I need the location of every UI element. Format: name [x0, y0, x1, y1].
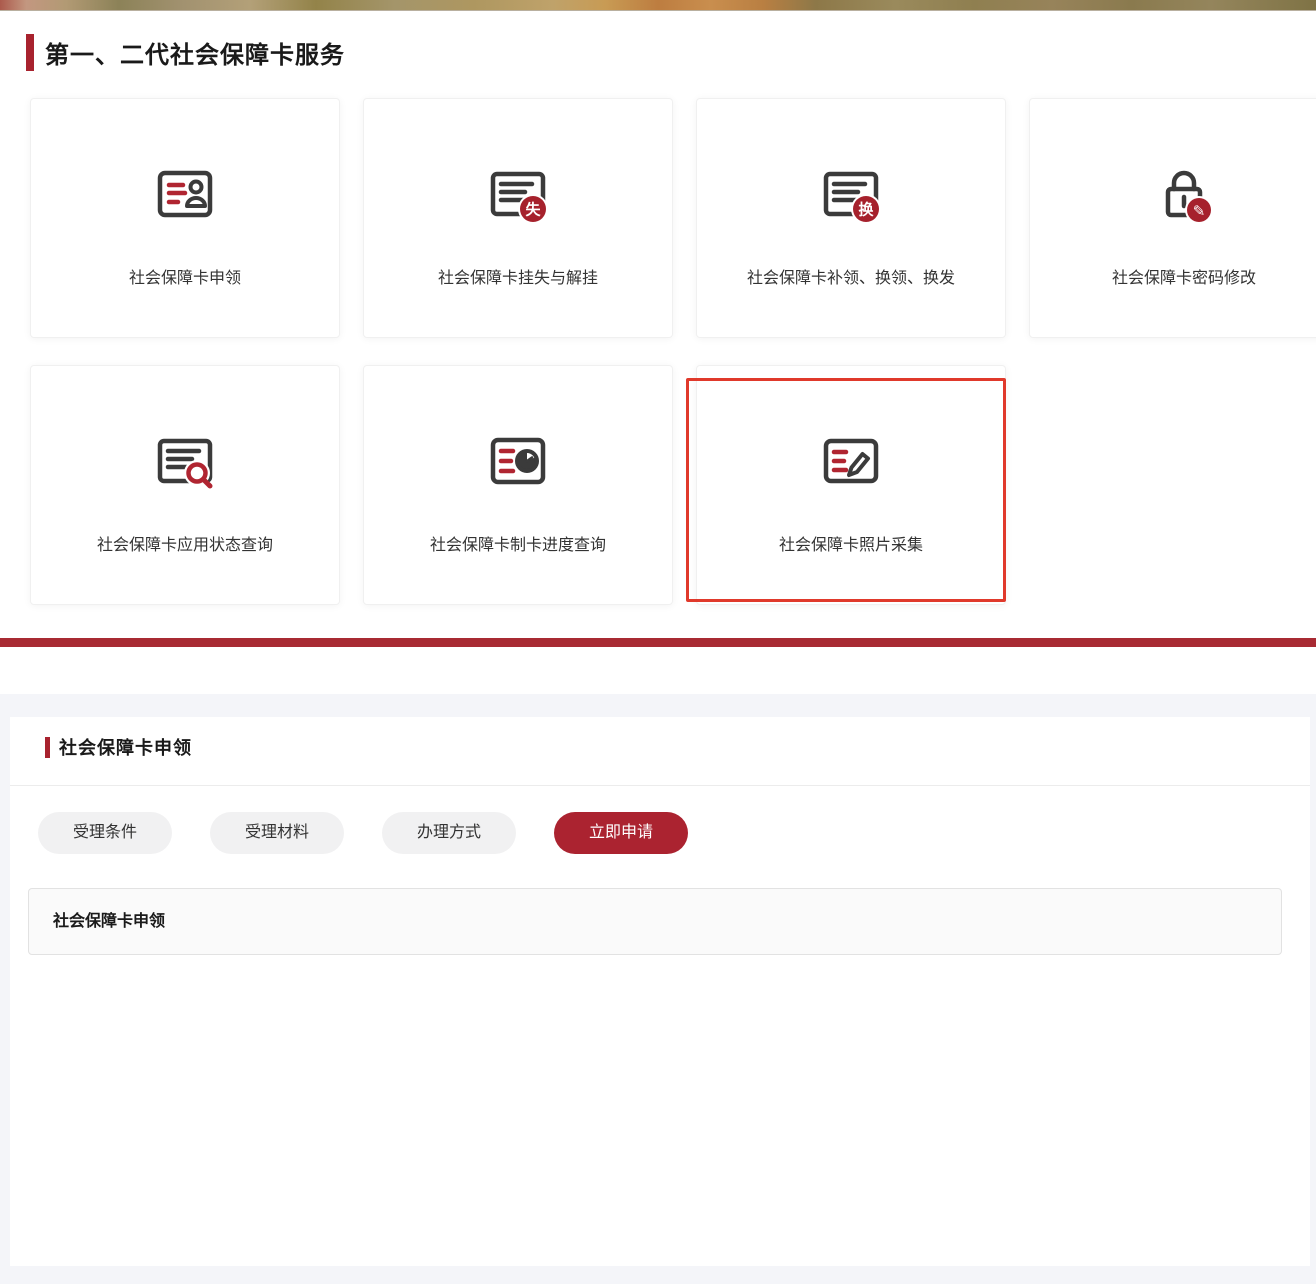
card-clock-icon: [486, 429, 550, 493]
tab-acceptance-conditions[interactable]: 受理条件: [38, 812, 172, 854]
card-ssc-replace[interactable]: 换 社会保障卡补领、换领、换发: [696, 98, 1006, 338]
card-ssc-photo-collection[interactable]: 社会保障卡照片采集: [696, 365, 1006, 605]
card-ssc-password-change[interactable]: ✎ 社会保障卡密码修改: [1029, 98, 1316, 338]
service-cards-grid: 社会保障卡申领 失 社会保障卡挂失与解挂: [30, 98, 1316, 605]
content-box-title: 社会保障卡申领: [29, 889, 1281, 954]
card-label: 社会保障卡挂失与解挂: [438, 264, 598, 288]
section-accent-bar: [26, 34, 34, 71]
content-box: 社会保障卡申领: [28, 888, 1282, 955]
card-label: 社会保障卡补领、换领、换发: [747, 264, 955, 288]
tab-apply-now[interactable]: 立即申请: [554, 812, 688, 854]
id-card-person-icon: [153, 162, 217, 226]
card-lines-replace-icon: 换: [819, 162, 883, 226]
detail-tabs: 受理条件 受理材料 办理方式 立即申请: [38, 812, 688, 854]
panel-title: 社会保障卡申领: [59, 734, 192, 760]
services-section-header: 第一、二代社会保障卡服务: [26, 34, 345, 71]
panel-accent-bar: [45, 737, 50, 758]
card-ssc-progress-query[interactable]: 社会保障卡制卡进度查询: [363, 365, 673, 605]
card-ssc-status-query[interactable]: 社会保障卡应用状态查询: [30, 365, 340, 605]
tab-handling-method[interactable]: 办理方式: [382, 812, 516, 854]
card-label: 社会保障卡申领: [129, 264, 241, 288]
badge-character: 失: [525, 201, 541, 219]
lock-edit-icon: ✎: [1152, 162, 1216, 226]
card-lines-loss-icon: 失: [486, 162, 550, 226]
card-search-icon: [153, 429, 217, 493]
card-pencil-icon: [819, 429, 883, 493]
card-label: 社会保障卡照片采集: [779, 531, 923, 555]
card-label: 社会保障卡密码修改: [1112, 264, 1256, 288]
top-banner-image: [0, 0, 1316, 11]
card-label: 社会保障卡应用状态查询: [97, 531, 273, 555]
card-ssc-loss-report[interactable]: 失 社会保障卡挂失与解挂: [363, 98, 673, 338]
card-ssc-apply[interactable]: 社会保障卡申领: [30, 98, 340, 338]
detail-panel-header: 社会保障卡申领: [45, 734, 192, 760]
section-divider: [0, 638, 1316, 647]
detail-panel: 社会保障卡申领 受理条件 受理材料 办理方式 立即申请 社会保障卡申领: [10, 717, 1310, 1266]
section-title: 第一、二代社会保障卡服务: [45, 35, 345, 70]
panel-header-divider: [10, 785, 1310, 786]
badge-character: 换: [858, 201, 874, 219]
tab-required-materials[interactable]: 受理材料: [210, 812, 344, 854]
detail-section-background: 社会保障卡申领 受理条件 受理材料 办理方式 立即申请 社会保障卡申领: [0, 694, 1316, 1284]
pencil-glyph: ✎: [1193, 203, 1206, 220]
card-label: 社会保障卡制卡进度查询: [430, 531, 606, 555]
